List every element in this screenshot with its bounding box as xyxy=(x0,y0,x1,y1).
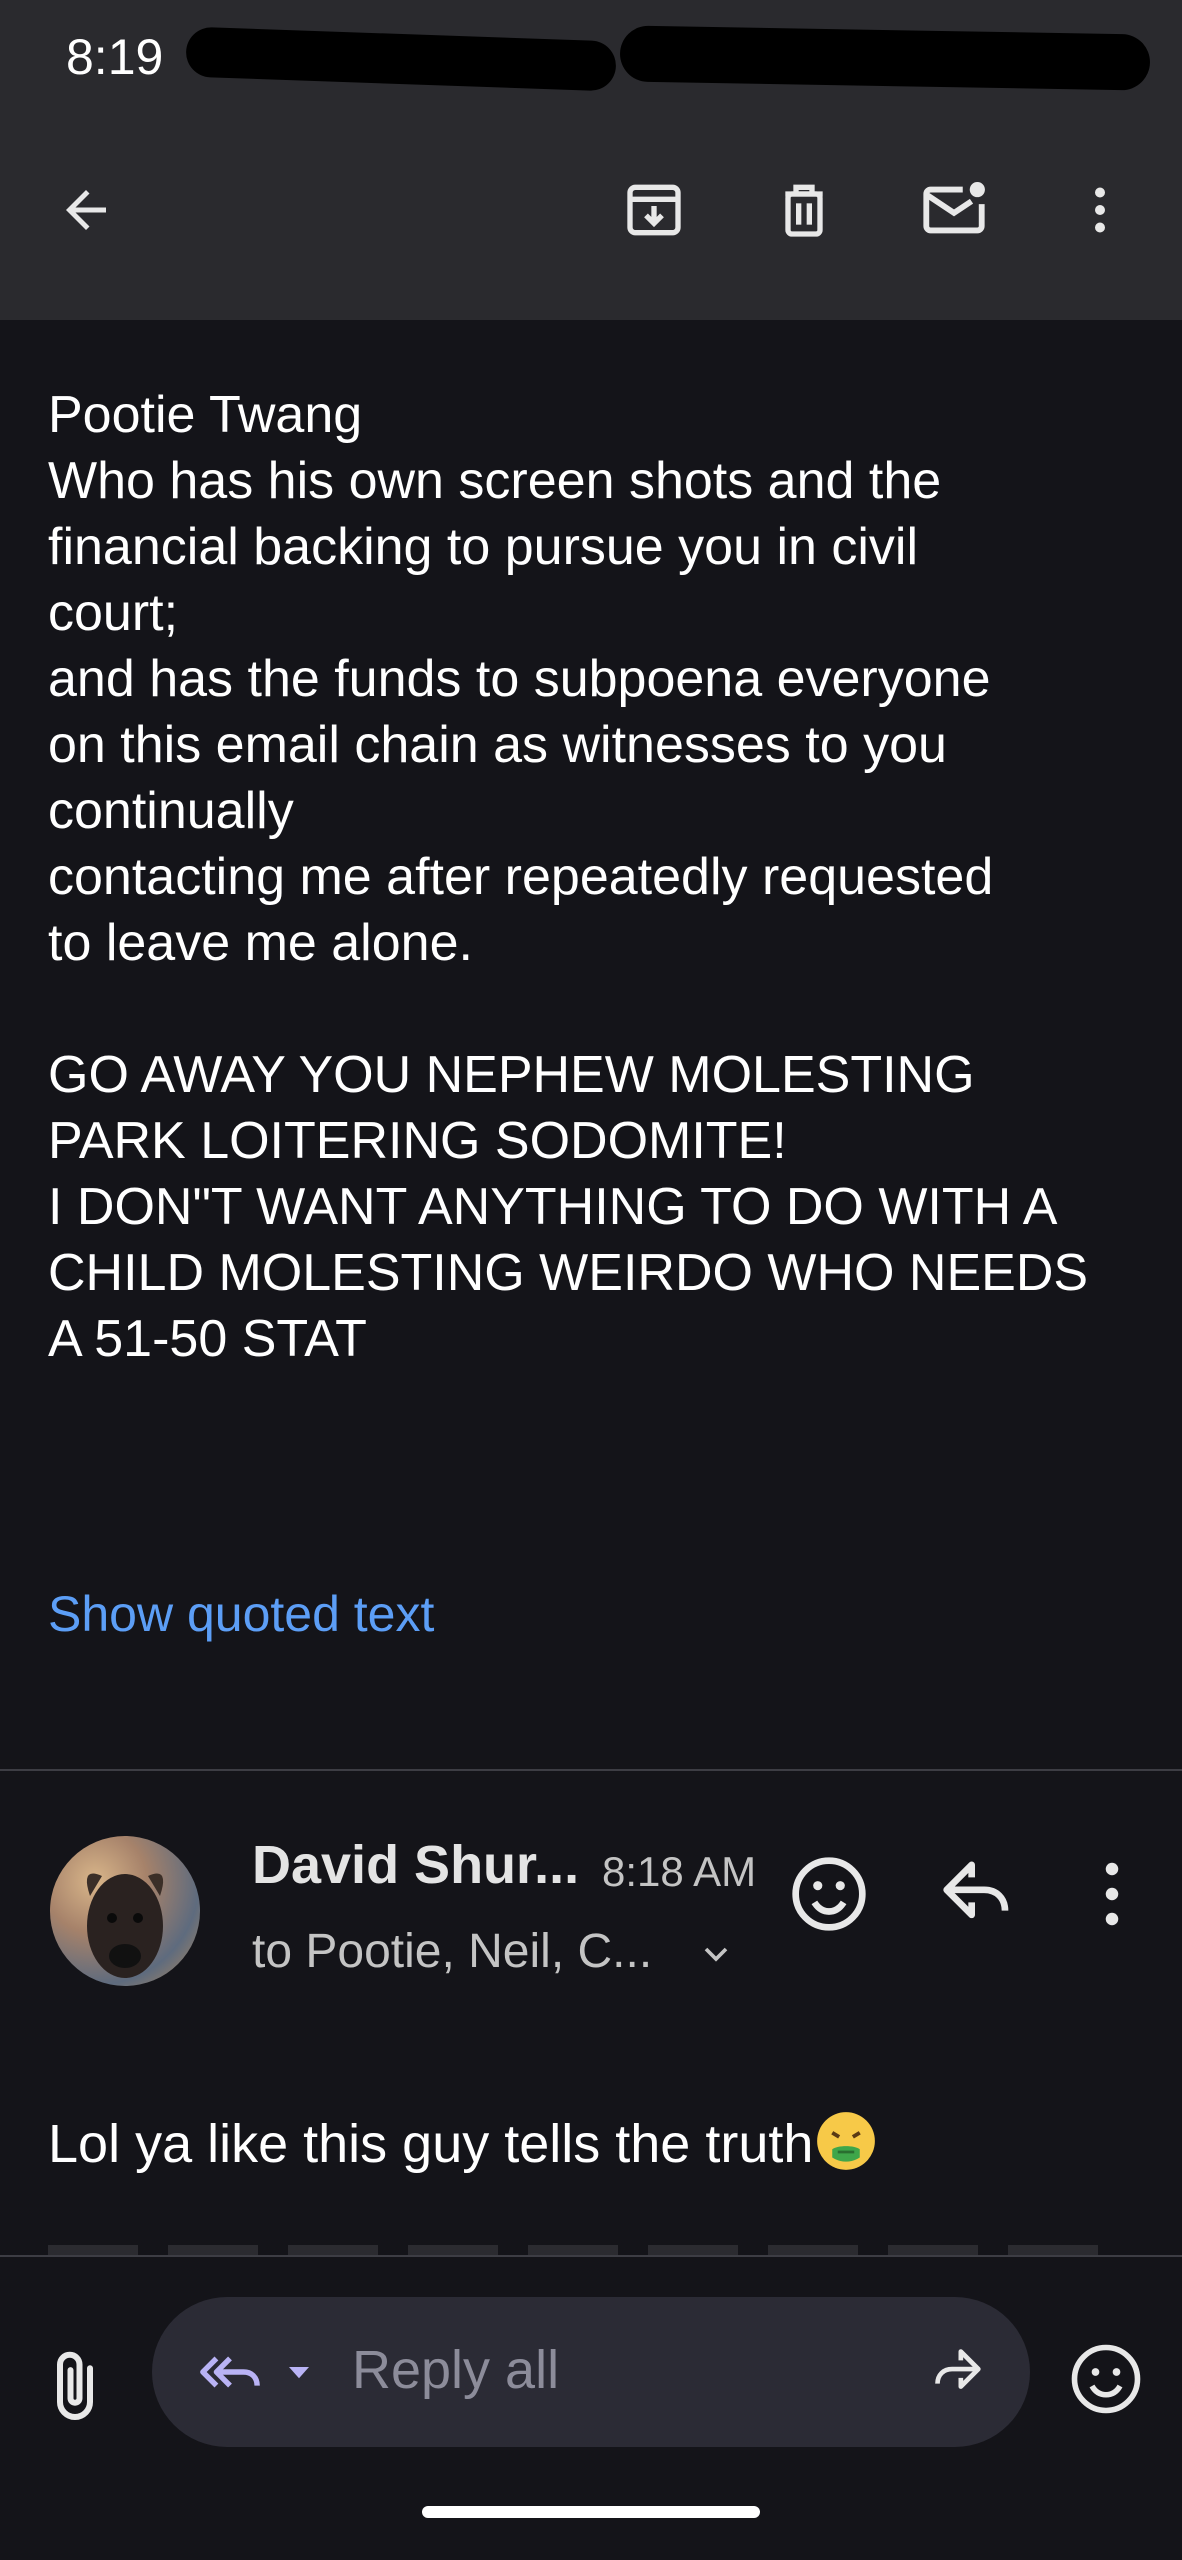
reply-icon xyxy=(943,1861,1009,1919)
back-button[interactable] xyxy=(36,160,136,260)
chevron-down-icon[interactable] xyxy=(696,1934,736,1974)
recipients[interactable]: to Pootie, Neil, C... xyxy=(252,1924,652,1979)
trash-icon xyxy=(785,184,823,237)
redaction-mark xyxy=(619,25,1151,91)
emoji-icon xyxy=(792,1857,866,1931)
caret-down-icon[interactable] xyxy=(282,2357,316,2387)
mark-unread-icon xyxy=(923,182,985,234)
more-vert-icon xyxy=(1105,1862,1119,1926)
back-arrow-icon xyxy=(66,190,106,230)
message-more-button[interactable] xyxy=(1062,1844,1162,1944)
reply-all-placeholder: Reply all xyxy=(352,2340,560,2400)
avatar[interactable] xyxy=(50,1836,200,1986)
message-preview: Lol ya like this guy tells the truth xyxy=(48,2108,879,2175)
top-toolbar xyxy=(0,130,1182,320)
react-button[interactable] xyxy=(779,1844,879,1944)
more-options-button[interactable] xyxy=(1050,160,1150,260)
delete-button[interactable] xyxy=(754,160,854,260)
email-thread[interactable]: Pootie Twang Who has his own screen shot… xyxy=(0,320,1182,2257)
show-quoted-text-link[interactable]: Show quoted text xyxy=(48,1585,434,1643)
emoji-button-icon[interactable] xyxy=(1064,2337,1148,2421)
message-divider xyxy=(0,1769,1182,1771)
status-time: 8:19 xyxy=(66,29,164,85)
dog-avatar-image xyxy=(86,1873,164,1978)
reply-all-icon xyxy=(200,2356,260,2388)
home-indicator[interactable] xyxy=(422,2506,760,2518)
reply-all-field[interactable]: Reply all xyxy=(152,2297,1030,2447)
status-bar: 8:19 xyxy=(0,0,1182,130)
message-time: 8:18 AM xyxy=(602,1848,757,1895)
reply-button[interactable] xyxy=(930,1844,1030,1944)
paperclip-icon xyxy=(57,2351,93,2420)
archive-button[interactable] xyxy=(604,160,704,260)
sender-name[interactable]: David Shur... xyxy=(252,1834,579,1896)
email-body: Pootie Twang Who has his own screen shot… xyxy=(48,386,1089,1368)
nauseated-face-emoji-icon xyxy=(817,2112,876,2170)
message-preview-text: Lol ya like this guy tells the truth xyxy=(48,2114,814,2174)
archive-icon xyxy=(627,184,681,236)
mark-unread-button[interactable] xyxy=(904,160,1004,260)
forward-icon[interactable] xyxy=(920,2337,990,2407)
attach-button[interactable] xyxy=(30,2337,120,2437)
redaction-mark xyxy=(185,26,617,92)
more-vert-icon xyxy=(1095,187,1105,233)
